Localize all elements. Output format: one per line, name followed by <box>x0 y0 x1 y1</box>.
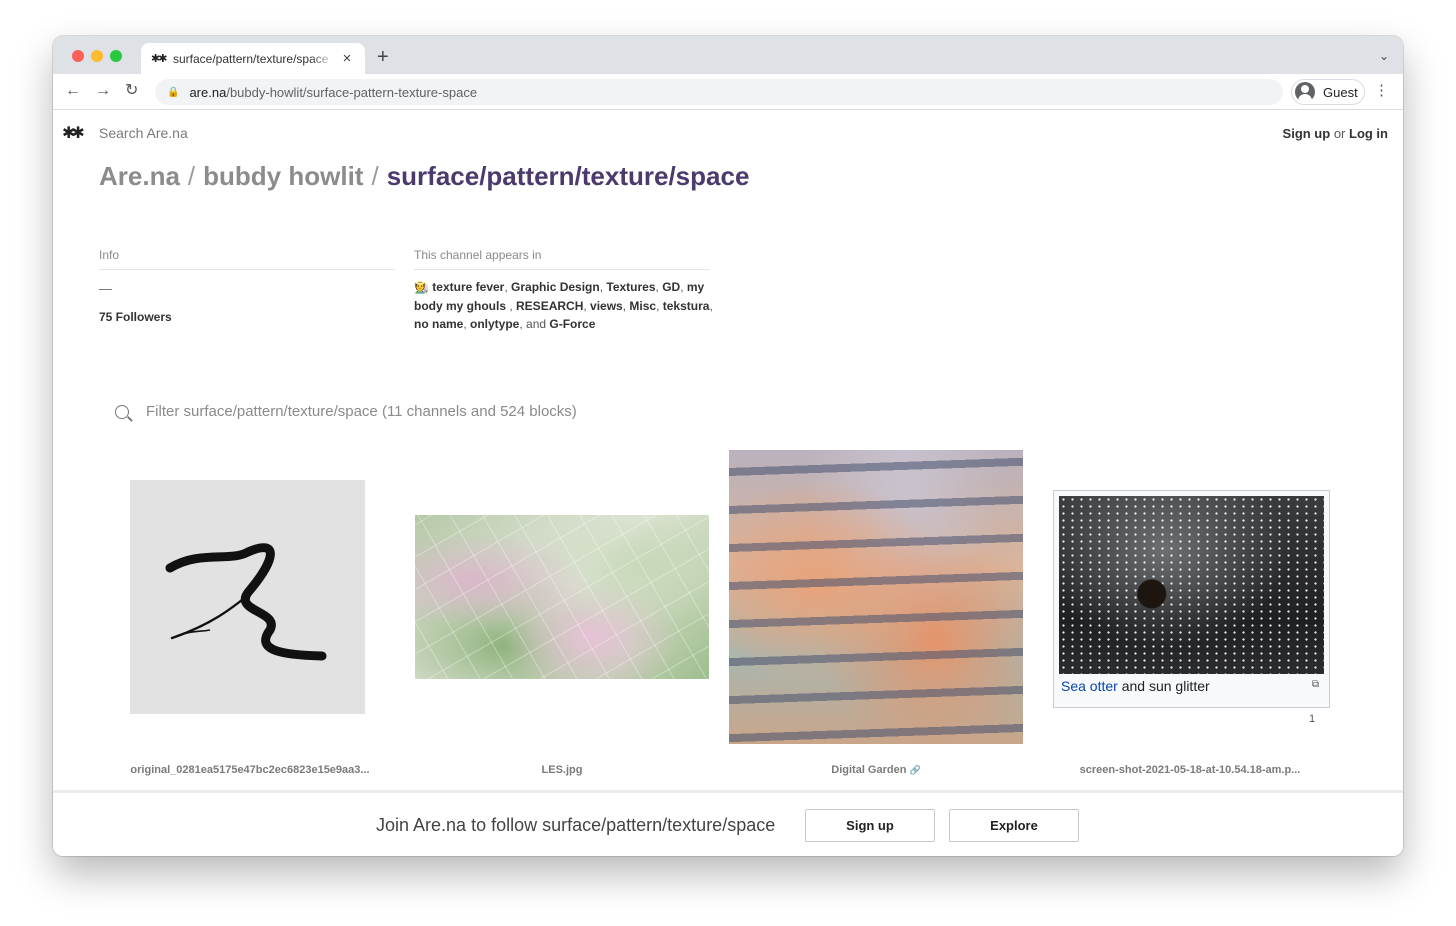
profile-button[interactable]: Guest <box>1291 79 1365 105</box>
forward-arrow-icon[interactable]: → <box>95 82 111 100</box>
appears-in-channel-link[interactable]: RESEARCH <box>516 299 583 313</box>
url-path: /bubdy-howlit/surface-pattern-texture-sp… <box>226 84 478 100</box>
search-icon <box>115 404 129 419</box>
appears-in-list: 🧑‍🌾 texture fever, Graphic Design, Textu… <box>414 280 713 331</box>
squiggle-drawing <box>165 543 327 661</box>
and-text: and <box>526 317 550 331</box>
appears-in-channel-link[interactable]: Graphic Design <box>511 280 600 294</box>
block-image-les[interactable] <box>415 515 709 679</box>
tab-search-chevron-icon[interactable]: ⌄ <box>1379 49 1389 63</box>
appears-in-channel-link[interactable]: texture fever <box>432 280 504 294</box>
sea-otter-photo <box>1059 496 1324 674</box>
or-text: or <box>1330 126 1349 141</box>
browser-toolbar: ← → ↻ 🔒 are.na/bubdy-howlit/surface-patt… <box>53 74 1403 110</box>
block-caption[interactable]: screen-shot-2021-05-18-at-10.54.18-am.p.… <box>1055 764 1325 776</box>
block-image-digital-garden[interactable] <box>729 450 1023 744</box>
appears-in-channel-link[interactable]: onlytype <box>470 317 519 331</box>
tab-strip: ✱✱ surface/pattern/texture/space × + ⌄ <box>53 36 1403 74</box>
block-caption: Digital Garden <box>831 764 907 776</box>
info-label: Info <box>99 248 120 262</box>
appears-in-channel-link[interactable]: no name <box>414 317 463 331</box>
channel-description: — <box>99 281 112 296</box>
lock-icon: 🔒 <box>167 86 180 98</box>
wiki-caption: Sea otter and sun glitter <box>1061 678 1210 694</box>
breadcrumb-user[interactable]: bubdy howlit <box>203 161 363 191</box>
address-bar[interactable]: 🔒 are.na/bubdy-howlit/surface-pattern-te… <box>155 79 1283 105</box>
block-count: 1 <box>1309 713 1316 725</box>
appears-in-channel-link[interactable]: tekstura <box>663 299 710 313</box>
appears-in-channel-link[interactable]: Misc <box>629 299 656 313</box>
appears-in-channel-link[interactable]: views <box>590 299 623 313</box>
new-tab-button[interactable]: + <box>377 47 389 67</box>
block-image-sea-otter[interactable]: Sea otter and sun glitter ⧉ <box>1053 490 1330 708</box>
appears-in-channel-link[interactable]: G-Force <box>549 317 595 331</box>
sea-otter-link[interactable]: Sea otter <box>1061 678 1118 694</box>
arena-favicon-icon: ✱✱ <box>151 53 167 65</box>
more-menu-icon[interactable]: ⋮ <box>1374 83 1389 99</box>
minimize-window-button[interactable] <box>91 50 103 62</box>
close-window-button[interactable] <box>72 50 84 62</box>
block-caption-digital-garden[interactable]: Digital Garden 🔗 <box>729 764 1023 776</box>
followers-count[interactable]: 75 Followers <box>99 310 172 324</box>
appears-in-label: This channel appears in <box>414 248 542 262</box>
breadcrumb-channel[interactable]: surface/pattern/texture/space <box>387 161 750 191</box>
appears-in-channel-link[interactable]: Textures <box>606 280 655 294</box>
block-caption[interactable]: LES.jpg <box>415 764 709 776</box>
page-content: ✱✱ Search Are.na Sign up or Log in Are.n… <box>53 111 1403 856</box>
breadcrumb-separator: / <box>371 161 379 191</box>
arena-logo-icon[interactable]: ✱✱ <box>62 123 85 143</box>
block-image-squiggle[interactable] <box>130 480 365 714</box>
wiki-caption-text: and sun glitter <box>1117 678 1210 694</box>
zoom-window-button[interactable] <box>110 50 122 62</box>
filter-bar[interactable]: Filter surface/pattern/texture/space (11… <box>115 403 577 420</box>
auth-links: Sign up or Log in <box>1283 126 1388 141</box>
breadcrumb-separator: / <box>187 161 196 191</box>
reload-icon[interactable]: ↻ <box>125 82 138 100</box>
tab-close-icon[interactable]: × <box>339 50 355 67</box>
link-icon: 🔗 <box>909 765 921 775</box>
browser-window: ✱✱ surface/pattern/texture/space × + ⌄ ←… <box>53 36 1403 856</box>
explore-button[interactable]: Explore <box>949 809 1079 842</box>
log-in-link[interactable]: Log in <box>1349 126 1388 141</box>
browser-tab[interactable]: ✱✱ surface/pattern/texture/space × <box>141 43 365 74</box>
breadcrumb: Are.na / bubdy howlit / surface/pattern/text… <box>99 161 749 192</box>
join-text: Join Are.na to follow surface/pattern/te… <box>376 815 776 835</box>
filter-input[interactable]: Filter surface/pattern/texture/space (11… <box>146 403 577 420</box>
url-host: are.na <box>189 84 227 100</box>
info-divider <box>99 269 395 270</box>
avatar-icon <box>1295 82 1315 102</box>
channel-emoji-icon: 🧑‍🌾 <box>414 280 429 294</box>
breadcrumb-site[interactable]: Are.na <box>99 161 180 191</box>
search-input[interactable]: Search Are.na <box>99 125 188 141</box>
appears-in-divider <box>414 269 710 270</box>
appears-in-channel-link[interactable]: GD <box>662 280 680 294</box>
profile-label: Guest <box>1323 84 1358 100</box>
back-arrow-icon[interactable]: ← <box>65 82 81 100</box>
tab-title: surface/pattern/texture/space <box>173 51 329 66</box>
sign-up-button[interactable]: Sign up <box>805 809 935 842</box>
join-bar: Join Are.na to follow surface/pattern/te… <box>53 790 1403 856</box>
sign-up-link[interactable]: Sign up <box>1283 126 1331 141</box>
enlarge-icon[interactable]: ⧉ <box>1312 679 1319 690</box>
block-caption[interactable]: original_0281ea5175e47bc2ec6823e15e9aa3.… <box>115 764 385 776</box>
